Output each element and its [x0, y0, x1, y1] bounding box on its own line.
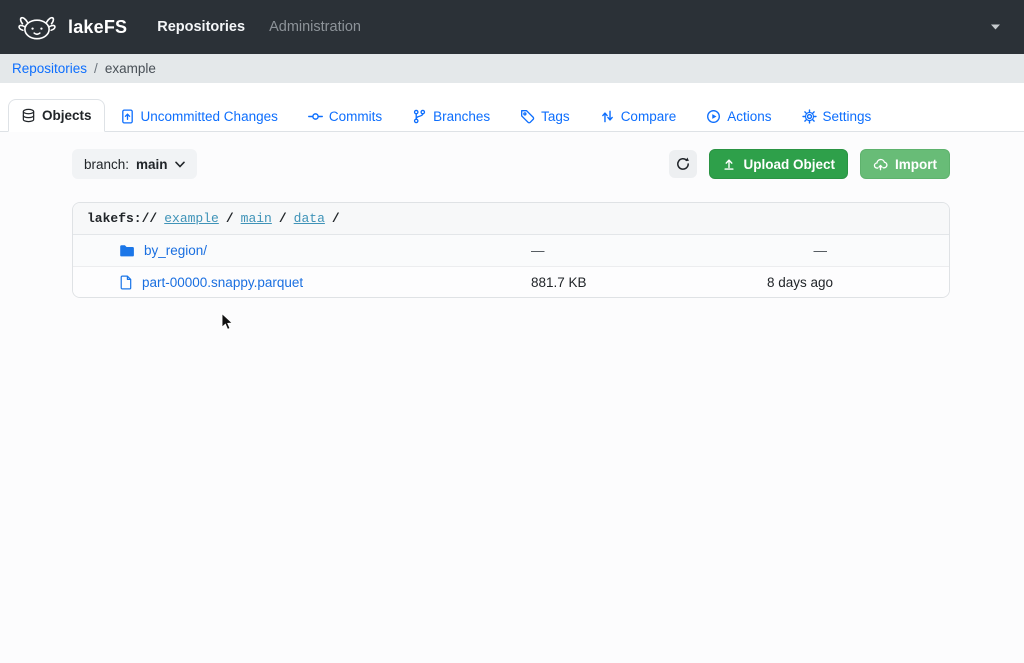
object-modified: —: [767, 243, 949, 258]
path-link-branch[interactable]: main: [241, 211, 272, 226]
commit-icon: [308, 109, 323, 124]
axolotl-logo-icon: [16, 12, 58, 42]
nav-item-administration[interactable]: Administration: [259, 11, 371, 43]
object-link-folder[interactable]: by_region/: [144, 243, 207, 258]
path-separator: /: [226, 211, 234, 226]
nav-item-repositories[interactable]: Repositories: [147, 11, 255, 43]
file-diff-icon: [120, 109, 135, 124]
object-modified: 8 days ago: [767, 275, 949, 290]
refresh-icon: [675, 156, 691, 172]
play-circle-icon: [706, 109, 721, 124]
file-icon: [119, 275, 133, 290]
breadcrumb-current-repo: example: [105, 61, 156, 76]
tab-compare-label: Compare: [621, 109, 677, 124]
breadcrumb-repositories-link[interactable]: Repositories: [12, 61, 87, 76]
tab-settings-label: Settings: [823, 109, 872, 124]
tab-uncommitted-changes-label: Uncommitted Changes: [141, 109, 278, 124]
object-size: 881.7 KB: [531, 275, 767, 290]
folder-icon: [119, 244, 135, 258]
git-branch-icon: [412, 109, 427, 124]
uri-scheme: lakefs://: [87, 211, 157, 226]
tab-compare[interactable]: Compare: [598, 101, 679, 132]
table-row: part-00000.snappy.parquet 881.7 KB 8 day…: [73, 266, 949, 297]
path-link-repo[interactable]: example: [164, 211, 219, 226]
compare-arrows-icon: [600, 109, 615, 124]
tab-actions-label: Actions: [727, 109, 771, 124]
object-link-file[interactable]: part-00000.snappy.parquet: [142, 275, 303, 290]
mouse-cursor: [221, 313, 234, 336]
object-size: —: [531, 243, 767, 258]
path-separator: /: [279, 211, 287, 226]
breadcrumb-separator: /: [94, 61, 98, 76]
tab-tags-label: Tags: [541, 109, 570, 124]
upload-object-button[interactable]: Upload Object: [709, 149, 848, 179]
chevron-down-icon: [175, 161, 185, 168]
upload-icon: [722, 157, 736, 171]
repo-tabs-bar: Objects Uncommitted Changes Commits: [0, 83, 1024, 132]
tab-actions[interactable]: Actions: [704, 101, 773, 132]
cloud-upload-icon: [873, 157, 888, 172]
import-label: Import: [895, 157, 937, 172]
database-icon: [21, 108, 36, 123]
breadcrumb: Repositories / example: [0, 54, 1024, 83]
tab-branches[interactable]: Branches: [410, 101, 492, 132]
main-nav: Repositories Administration: [147, 11, 371, 43]
tab-uncommitted-changes[interactable]: Uncommitted Changes: [118, 101, 280, 132]
tab-objects[interactable]: Objects: [8, 99, 105, 132]
refresh-button[interactable]: [669, 150, 697, 178]
branch-selector[interactable]: branch: main: [72, 149, 197, 179]
import-button[interactable]: Import: [860, 149, 950, 179]
tag-icon: [520, 109, 535, 124]
table-row: by_region/ — —: [73, 235, 949, 266]
tab-settings[interactable]: Settings: [800, 101, 874, 132]
lakefs-logo-brand[interactable]: lakeFS: [16, 12, 127, 42]
uri-path-bar: lakefs:// example / main / data /: [73, 203, 949, 235]
branch-selector-label: branch:: [84, 157, 129, 172]
gear-icon: [802, 109, 817, 124]
tab-tags[interactable]: Tags: [518, 101, 572, 132]
top-navbar: lakeFS Repositories Administration: [0, 0, 1024, 54]
brand-name: lakeFS: [68, 17, 127, 38]
tab-commits[interactable]: Commits: [306, 101, 384, 132]
tab-objects-label: Objects: [42, 108, 92, 123]
tab-branches-label: Branches: [433, 109, 490, 124]
path-link-folder[interactable]: data: [294, 211, 325, 226]
object-browser-card: lakefs:// example / main / data / by_reg…: [72, 202, 950, 298]
path-trailing-separator: /: [332, 211, 340, 226]
upload-object-label: Upload Object: [743, 157, 835, 172]
branch-selector-value: main: [136, 157, 168, 172]
tab-commits-label: Commits: [329, 109, 382, 124]
objects-toolbar: branch: main Upload Object: [72, 149, 950, 179]
user-menu-caret-icon[interactable]: [983, 18, 1008, 36]
